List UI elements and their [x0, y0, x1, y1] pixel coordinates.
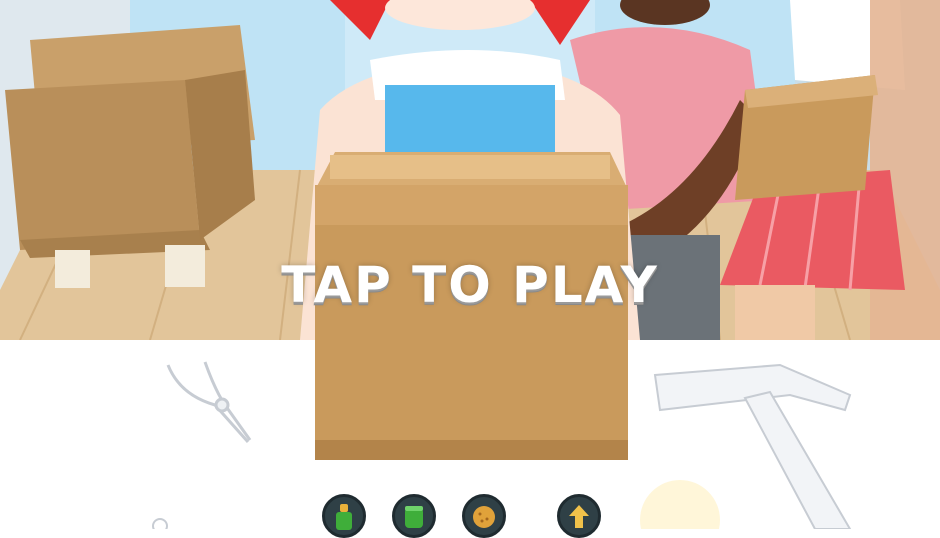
- paint-bottle-icon: [336, 504, 352, 530]
- green-jar-icon: [405, 506, 423, 528]
- tray-button-cookie[interactable]: [462, 494, 506, 538]
- tray-button-paint[interactable]: [322, 494, 366, 538]
- tap-to-play-prompt[interactable]: TAP TO PLAY: [0, 256, 940, 314]
- upload-arrow-icon: [569, 505, 589, 528]
- cookie-icon: [473, 506, 495, 528]
- tray-button-upgrade[interactable]: [557, 494, 601, 538]
- tray-button-jar[interactable]: [392, 494, 436, 538]
